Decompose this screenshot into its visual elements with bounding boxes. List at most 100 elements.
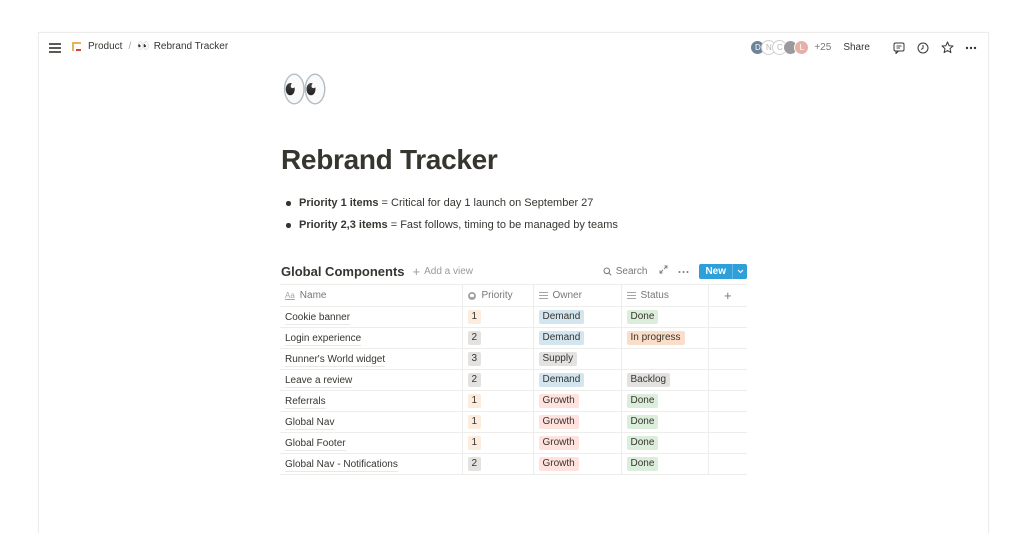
page-title[interactable]: Rebrand Tracker bbox=[281, 144, 498, 176]
table-row[interactable]: Global Nav 1 Growth Done bbox=[280, 411, 747, 433]
cell-name[interactable]: Leave a review bbox=[280, 369, 462, 391]
more-options-icon[interactable] bbox=[678, 266, 689, 277]
owner-tag: Growth bbox=[538, 415, 579, 429]
add-view-label: Add a view bbox=[424, 265, 474, 277]
cell-priority[interactable]: 1 bbox=[461, 390, 533, 412]
star-icon[interactable] bbox=[940, 41, 954, 55]
column-label: Status bbox=[640, 290, 669, 301]
cell-status[interactable]: Done bbox=[620, 411, 708, 433]
table-row[interactable]: Leave a review 2 Demand Backlog bbox=[280, 369, 747, 391]
history-icon[interactable] bbox=[916, 41, 930, 55]
database-title[interactable]: Global Components bbox=[281, 264, 405, 279]
column-header-priority[interactable]: Priority bbox=[461, 284, 533, 307]
cell-priority[interactable]: 1 bbox=[461, 432, 533, 454]
menu-icon[interactable] bbox=[49, 43, 61, 53]
cell-priority[interactable]: 2 bbox=[461, 369, 533, 391]
avatar[interactable]: L bbox=[794, 40, 810, 55]
status-tag: Done bbox=[626, 415, 659, 429]
column-label: Name bbox=[299, 290, 327, 301]
cell-status[interactable]: Backlog bbox=[620, 369, 708, 391]
table-row[interactable]: Cookie banner 1 Demand Done bbox=[280, 306, 747, 328]
cell-priority[interactable]: 2 bbox=[461, 327, 533, 349]
expand-icon[interactable] bbox=[659, 265, 668, 277]
share-button[interactable]: Share bbox=[843, 42, 870, 53]
table-row[interactable]: Global Footer 1 Growth Done bbox=[280, 432, 747, 454]
cell-name[interactable]: Global Footer bbox=[280, 432, 462, 454]
row-name[interactable]: Runner's World widget bbox=[285, 353, 386, 367]
cell-priority[interactable]: 2 bbox=[461, 453, 533, 475]
cell-name[interactable]: Global Nav - Notifications bbox=[280, 453, 462, 475]
more-icon[interactable] bbox=[964, 41, 978, 55]
row-name[interactable]: Global Nav bbox=[285, 416, 335, 430]
cell-status[interactable]: In progress bbox=[620, 327, 708, 349]
page-icon-eyes[interactable]: 👀 bbox=[281, 71, 328, 109]
cell-empty bbox=[707, 327, 747, 349]
row-name[interactable]: Global Footer bbox=[285, 437, 346, 451]
row-name[interactable]: Leave a review bbox=[285, 374, 353, 388]
comment-icon[interactable] bbox=[892, 41, 906, 55]
column-header-status[interactable]: Status bbox=[620, 284, 708, 307]
more-members-count[interactable]: +25 bbox=[814, 42, 831, 53]
breadcrumb-product[interactable]: Product bbox=[71, 41, 122, 52]
new-button[interactable]: New bbox=[699, 263, 747, 279]
table-row[interactable]: Global Nav - Notifications 2 Growth Done bbox=[280, 453, 747, 475]
crane-icon bbox=[71, 41, 82, 52]
search-label: Search bbox=[615, 265, 648, 277]
row-name[interactable]: Referrals bbox=[285, 395, 326, 409]
cell-status[interactable]: Done bbox=[620, 432, 708, 454]
list-icon bbox=[626, 292, 636, 299]
cell-status[interactable]: Done bbox=[620, 390, 708, 412]
cell-status[interactable]: Done bbox=[620, 306, 708, 328]
row-name[interactable]: Login experience bbox=[285, 332, 362, 346]
cell-priority[interactable]: 1 bbox=[461, 306, 533, 328]
owner-tag: Growth bbox=[538, 436, 579, 450]
status-tag: Done bbox=[626, 310, 659, 324]
priority-tag: 2 bbox=[467, 331, 482, 345]
cell-empty bbox=[707, 348, 747, 370]
text-icon: Aa bbox=[285, 291, 295, 300]
new-button-label: New bbox=[705, 265, 726, 277]
cell-owner[interactable]: Demand bbox=[532, 306, 621, 328]
plus-icon: + bbox=[412, 263, 421, 279]
cell-owner[interactable]: Demand bbox=[532, 327, 621, 349]
table-row[interactable]: Runner's World widget 3 Supply bbox=[280, 348, 747, 370]
cell-status[interactable]: Done bbox=[620, 453, 708, 475]
cell-status[interactable] bbox=[620, 348, 708, 370]
cell-owner[interactable]: Growth bbox=[532, 390, 621, 412]
cell-name[interactable]: Runner's World widget bbox=[280, 348, 462, 370]
breadcrumb-rebrand-tracker[interactable]: 👀 Rebrand Tracker bbox=[137, 41, 228, 52]
breadcrumb-rebrand-label: Rebrand Tracker bbox=[153, 41, 229, 52]
column-label: Priority bbox=[481, 290, 513, 301]
row-name[interactable]: Cookie banner bbox=[285, 311, 351, 325]
database-tools: Search New bbox=[603, 263, 747, 279]
cell-owner[interactable]: Demand bbox=[532, 369, 621, 391]
cell-owner[interactable]: Growth bbox=[532, 432, 621, 454]
column-label: Owner bbox=[552, 290, 582, 301]
row-name[interactable]: Global Nav - Notifications bbox=[285, 458, 398, 472]
cell-owner[interactable]: Supply bbox=[532, 348, 621, 370]
chevron-down-icon[interactable] bbox=[732, 263, 747, 279]
avatar-stack[interactable]: D N C L bbox=[750, 40, 810, 55]
bullet-text: = Fast follows, timing to be managed by … bbox=[387, 219, 618, 231]
status-tag: Done bbox=[626, 394, 659, 408]
column-header-name[interactable]: Aa Name bbox=[280, 284, 462, 307]
eyes-icon: 👀 bbox=[137, 41, 149, 52]
cell-name[interactable]: Cookie banner bbox=[280, 306, 462, 328]
add-view-button[interactable]: + Add a view bbox=[413, 264, 474, 279]
table-row[interactable]: Login experience 2 Demand In progress bbox=[280, 327, 747, 349]
cell-name[interactable]: Global Nav bbox=[280, 411, 462, 433]
priority-tag: 1 bbox=[467, 415, 482, 429]
plus-icon: + bbox=[723, 288, 732, 303]
database-header: Global Components + Add a view Search Ne… bbox=[281, 261, 747, 281]
cell-name[interactable]: Referrals bbox=[280, 390, 462, 412]
search-button[interactable]: Search bbox=[603, 265, 648, 277]
table-row[interactable]: Referrals 1 Growth Done bbox=[280, 390, 747, 412]
cell-name[interactable]: Login experience bbox=[280, 327, 462, 349]
cell-owner[interactable]: Growth bbox=[532, 453, 621, 475]
cell-priority[interactable]: 3 bbox=[461, 348, 533, 370]
column-header-owner[interactable]: Owner bbox=[532, 284, 621, 307]
cell-priority[interactable]: 1 bbox=[461, 411, 533, 433]
add-column-button[interactable]: + bbox=[707, 284, 747, 307]
cell-owner[interactable]: Growth bbox=[532, 411, 621, 433]
app-window: Product / 👀 Rebrand Tracker D N C L +25 … bbox=[38, 32, 989, 533]
